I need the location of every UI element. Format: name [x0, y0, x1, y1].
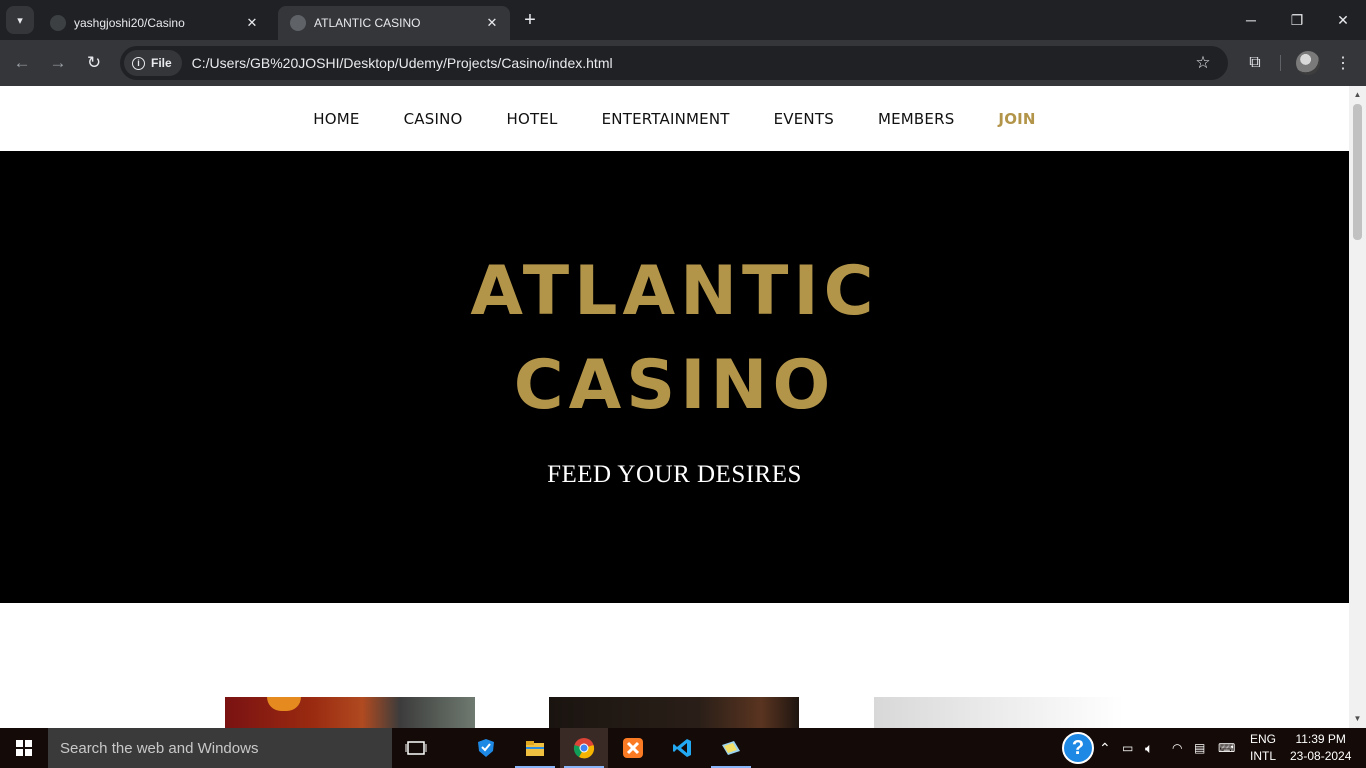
tray-overflow-chevron-icon[interactable]: ⌃	[1099, 728, 1111, 768]
tab-github-casino[interactable]: yashgjoshi20/Casino ✕	[38, 6, 270, 40]
site-chip-label: File	[151, 56, 172, 70]
new-tab-button[interactable]: +	[518, 8, 542, 32]
tab-title: ATLANTIC CASINO	[314, 16, 421, 30]
profile-avatar[interactable]	[1294, 49, 1322, 77]
wifi-icon[interactable]: ◠	[1172, 728, 1182, 768]
scrollbar-thumb[interactable]	[1353, 104, 1362, 240]
clock-date: 23-08-2024	[1290, 749, 1352, 763]
menu-kebab-icon[interactable]: ⋮	[1329, 49, 1357, 77]
notification-center-icon[interactable]: ▤	[1194, 728, 1205, 768]
restore-icon[interactable]: ❐	[1274, 0, 1320, 40]
tab-title: yashgjoshi20/Casino	[74, 16, 185, 30]
hero-tagline: FEED YOUR DESIRES	[547, 461, 802, 488]
url-text[interactable]: C:/Users/GB%20JOSHI/Desktop/Udemy/Projec…	[192, 55, 1188, 71]
page-viewport: HOME CASINO HOTEL ENTERTAINMENT EVENTS M…	[0, 86, 1366, 728]
entertainment-card-image[interactable]	[874, 697, 1124, 728]
nav-link-entertainment[interactable]: ENTERTAINMENT	[602, 110, 730, 128]
back-arrow-icon[interactable]: ←	[8, 49, 36, 77]
tab-atlantic-casino[interactable]: ATLANTIC CASINO ✕	[278, 6, 510, 40]
nav-link-hotel[interactable]: HOTEL	[507, 110, 558, 128]
chrome-icon[interactable]	[560, 728, 608, 768]
casino-card-image[interactable]	[225, 697, 475, 728]
keyboard-layout: INTL	[1250, 749, 1277, 763]
shield-app-icon[interactable]	[462, 728, 510, 768]
site-navigation: HOME CASINO HOTEL ENTERTAINMENT EVENTS M…	[0, 86, 1349, 151]
task-view-icon[interactable]	[392, 728, 440, 768]
site-info-chip[interactable]: i File	[124, 50, 182, 76]
reload-icon[interactable]: ↻	[80, 49, 108, 77]
globe-favicon-icon	[290, 15, 306, 31]
nav-link-casino[interactable]: CASINO	[404, 110, 463, 128]
extensions-puzzle-icon[interactable]: ⧉	[1241, 49, 1269, 77]
language-code: ENG	[1250, 732, 1277, 746]
avatar	[1296, 51, 1320, 75]
tab-search-dropdown-icon[interactable]: ▾	[6, 6, 34, 34]
system-clock[interactable]: 11:39 PM 23-08-2024	[1290, 728, 1351, 768]
file-explorer-icon[interactable]	[511, 728, 559, 768]
github-favicon-icon	[50, 15, 66, 31]
clock-time: 11:39 PM	[1295, 732, 1346, 746]
tab-strip: ▾ yashgjoshi20/Casino ✕ ATLANTIC CASINO …	[0, 0, 1366, 40]
keyboard-icon[interactable]: ⌨	[1218, 728, 1235, 768]
scroll-up-arrow-icon[interactable]: ▲	[1349, 88, 1366, 102]
hero-title-line2: CASINO	[513, 346, 836, 425]
hero-section: ATLANTIC CASINO FEED YOUR DESIRES	[0, 151, 1349, 603]
hero-title-line1: ATLANTIC	[470, 252, 879, 331]
xampp-icon[interactable]	[609, 728, 657, 768]
start-button[interactable]	[0, 728, 48, 768]
nav-link-join[interactable]: JOIN	[998, 110, 1035, 128]
taskbar-search-box[interactable]: Search the web and Windows	[48, 728, 392, 768]
notes-app-icon[interactable]	[707, 728, 755, 768]
bookmark-star-icon[interactable]: ☆	[1188, 53, 1218, 73]
address-bar[interactable]: i File C:/Users/GB%20JOSHI/Desktop/Udemy…	[120, 46, 1228, 80]
hotel-card-image[interactable]	[549, 697, 799, 728]
forward-arrow-icon[interactable]: →	[44, 49, 72, 77]
help-question-icon: ?	[1062, 732, 1094, 764]
vertical-scrollbar[interactable]: ▲ ▼	[1349, 86, 1366, 728]
nav-link-members[interactable]: MEMBERS	[878, 110, 954, 128]
volume-icon[interactable]: 🔈︎	[1145, 728, 1153, 768]
windows-taskbar: Search the web and Windows ? ⌃ ▭ 🔈︎ ◠ ▤ …	[0, 728, 1366, 768]
tab-close-icon[interactable]: ✕	[244, 15, 260, 31]
vscode-icon[interactable]	[658, 728, 706, 768]
help-tray-button[interactable]: ?	[1062, 728, 1094, 768]
tab-close-icon[interactable]: ✕	[484, 15, 500, 31]
windows-logo-icon	[16, 740, 32, 756]
scroll-down-arrow-icon[interactable]: ▼	[1349, 712, 1366, 726]
battery-icon[interactable]: ▭	[1122, 728, 1133, 768]
hero-title: ATLANTIC CASINO	[0, 245, 1349, 433]
toolbar-divider	[1280, 55, 1281, 71]
minimize-icon[interactable]: ─	[1228, 0, 1274, 40]
info-icon: i	[132, 56, 145, 70]
language-indicator[interactable]: ENG INTL	[1250, 728, 1276, 768]
browser-toolbar: ← → ↻ i File C:/Users/GB%20JOSHI/Desktop…	[0, 40, 1366, 86]
nav-link-home[interactable]: HOME	[313, 110, 359, 128]
nav-link-events[interactable]: EVENTS	[774, 110, 834, 128]
close-window-icon[interactable]: ✕	[1320, 0, 1366, 40]
